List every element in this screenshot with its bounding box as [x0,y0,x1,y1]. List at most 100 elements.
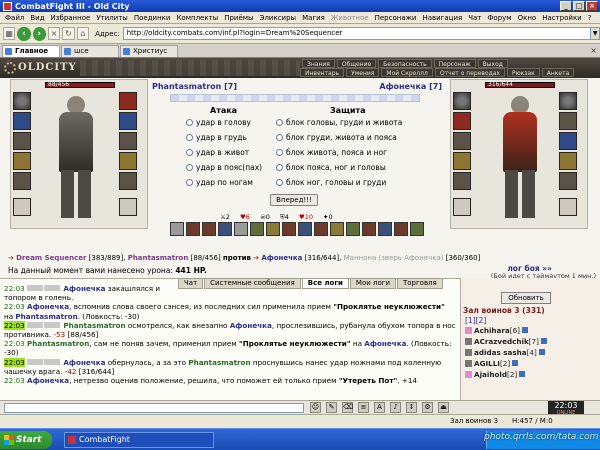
bracer-slot[interactable] [559,112,577,130]
block-2-radio[interactable]: блок груди, живота и пояса [276,133,397,143]
browser-tab-2[interactable]: шсе [61,44,119,57]
nav-profile[interactable]: Анкета [541,68,575,77]
player-entry[interactable]: Ajaihold[2] [465,370,526,380]
nav-inventory[interactable]: Инвентарь [300,68,345,77]
player-entry[interactable]: AGILLI[2] [465,359,519,369]
address-field[interactable]: http://oldcity.combats.com/inf.pl?login=… [122,27,592,40]
minimize-button[interactable]: _ [560,1,572,11]
attack-groin-radio[interactable]: удар в пояс(пах) [186,163,262,173]
trick-slot[interactable] [394,222,408,236]
settings-icon[interactable]: ⚙ [422,402,433,413]
nav-backpack[interactable]: Рюкзак [506,68,540,77]
trick-slot[interactable] [234,222,248,236]
close-button[interactable]: × [586,1,598,11]
team-right-pet[interactable]: Маннона (зверь Афонечка) [344,254,444,262]
grid-icon[interactable]: ▦ [3,27,16,40]
menu-tricks[interactable]: Приёмы [221,14,256,22]
left-fighter-name[interactable]: Phantasmatron [7] [152,82,237,91]
trick-slot[interactable] [266,222,280,236]
nav-character[interactable]: Персонаж [433,59,476,68]
block-3-radio[interactable]: блок живота, пояса и ног [276,148,387,158]
pencil-icon[interactable]: ✎ [326,402,337,413]
taskbar-item[interactable]: CombatFight [64,432,214,448]
extra-slot[interactable] [559,198,577,216]
refresh-icon[interactable]: ↻ [62,27,75,40]
menu-settings[interactable]: Настройки [539,14,585,22]
menu-window[interactable]: Окно [515,14,540,22]
nav-scroll[interactable]: Мой Скроллл [381,68,433,77]
shield-slot[interactable] [559,132,577,150]
forward-arrow-icon[interactable]: › [32,26,46,41]
menu-help[interactable]: ? [585,14,595,22]
trick-slot[interactable] [330,222,344,236]
trick-slot[interactable] [218,222,232,236]
extra-slot[interactable] [119,198,137,216]
menu-animal[interactable]: Животное [328,14,372,22]
menu-sets[interactable]: Комплекты [173,14,221,22]
player-entry[interactable]: Achihara[6] [465,326,528,336]
trick-slot[interactable] [282,222,296,236]
clear-icon[interactable]: ⌫ [342,402,353,413]
trick-slot[interactable] [250,222,264,236]
menu-navigation[interactable]: Навигация [419,14,465,22]
nav-communication[interactable]: Общение [336,59,377,68]
browser-tab-main[interactable]: Главное [2,44,60,57]
pet-slot[interactable] [559,92,577,110]
helmet-slot[interactable] [13,92,31,110]
shield-slot[interactable] [119,132,137,150]
weapon-slot[interactable] [13,132,31,150]
legs-slot[interactable] [119,172,137,190]
scroll-icon[interactable]: ↕ [406,402,417,413]
trick-slot[interactable] [170,222,184,236]
trick-slot[interactable] [202,222,216,236]
menu-fights[interactable]: Поединки [131,14,174,22]
attack-chest-radio[interactable]: удар в грудь [186,133,247,143]
trick-slot[interactable] [410,222,424,236]
menu-elixirs[interactable]: Эликсиры [257,14,300,22]
trick-slot[interactable] [314,222,328,236]
armor-slot[interactable] [13,152,31,170]
nav-transfers[interactable]: Отчет о переводах [434,68,505,77]
start-button[interactable]: Start [0,431,52,449]
belt-slot[interactable] [13,172,31,190]
info-icon[interactable] [512,360,519,366]
bracer-slot[interactable] [119,112,137,130]
helmet-slot[interactable] [453,92,471,110]
menu-chat[interactable]: Чат [465,14,484,22]
boots-slot[interactable] [453,198,471,216]
menu-forum[interactable]: Форум [484,14,514,22]
exit-icon[interactable]: ⏏ [438,402,449,413]
smile-icon[interactable]: ☺ [310,402,321,413]
block-5-radio[interactable]: блок ног, головы и груди [276,178,386,188]
block-1-radio[interactable]: блок головы, груди и живота [276,118,402,128]
amulet-slot[interactable] [453,112,471,130]
info-icon[interactable] [538,349,545,355]
armor-slot[interactable] [453,152,471,170]
menu-characters[interactable]: Персонажи [372,14,420,22]
boots-slot[interactable] [13,198,31,216]
legs-slot[interactable] [559,172,577,190]
refresh-button[interactable]: Обновить [501,292,551,304]
room-pages[interactable]: [1][2] [465,316,486,325]
trick-slot[interactable] [186,222,200,236]
menu-utilities[interactable]: Утилиты [93,14,131,22]
trick-slot[interactable] [298,222,312,236]
info-icon[interactable] [540,338,547,344]
home-icon[interactable]: ⌂ [76,27,90,40]
attack-belly-radio[interactable]: удар в живот [186,148,249,158]
trick-slot[interactable] [378,222,392,236]
menu-magic[interactable]: Магия [299,14,328,22]
menu-favorites[interactable]: Избранное [48,14,94,22]
sound-icon[interactable]: ♪ [390,402,401,413]
nav-exit[interactable]: Выход [477,59,508,68]
trick-slot[interactable] [346,222,360,236]
amulet-slot[interactable] [13,112,31,130]
team-left-name[interactable]: Dream Sequencer [16,254,86,262]
info-icon[interactable] [521,327,528,333]
team-left-name-2[interactable]: Phantasmatron [128,254,189,262]
info-icon[interactable] [519,371,526,377]
maximize-button[interactable]: □ [573,1,585,11]
gloves-slot[interactable] [559,152,577,170]
nav-knowledge[interactable]: Знания [302,59,335,68]
stop-icon[interactable]: × [47,27,61,40]
